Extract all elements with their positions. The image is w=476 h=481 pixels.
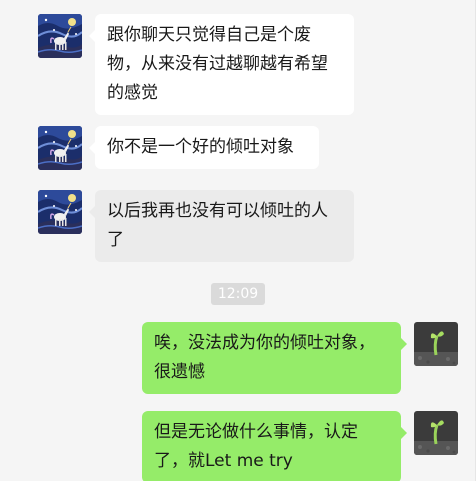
incoming-message-bubble[interactable]: 跟你聊天只觉得自己是个废物，从来没有过越聊越有希望的感觉 (89, 14, 354, 115)
message-text: 你不是一个好的倾吐对象 (107, 137, 294, 157)
self-avatar[interactable] (414, 411, 458, 455)
outgoing-message-bubble[interactable]: 但是无论做什么事情，认定了，就Let me try (142, 411, 407, 481)
contact-avatar[interactable] (38, 190, 82, 234)
message-text: 以后我再也没有可以倾吐的人了 (107, 201, 328, 250)
contact-avatar[interactable] (38, 126, 82, 170)
sprout-icon (414, 322, 458, 366)
sprout-icon (414, 411, 458, 455)
chat-window: 跟你聊天只觉得自己是个废物，从来没有过越聊越有希望的感觉 你不是一个好的倾吐对象… (0, 0, 476, 481)
self-avatar[interactable] (414, 322, 458, 366)
contact-avatar[interactable] (38, 14, 82, 58)
outgoing-message-bubble[interactable]: 唉，没法成为你的倾吐对象，很遗憾 (142, 322, 407, 394)
message-text: 跟你聊天只觉得自己是个废物，从来没有过越聊越有希望的感觉 (107, 25, 328, 103)
incoming-message-bubble[interactable]: 以后我再也没有可以倾吐的人了 (89, 190, 354, 262)
starry-night-unicorn-icon (38, 190, 82, 234)
message-text: 但是无论做什么事情，认定了，就Let me try (154, 422, 358, 471)
timestamp-row: 12:09 (0, 283, 476, 305)
incoming-message-bubble[interactable]: 你不是一个好的倾吐对象 (89, 126, 319, 169)
starry-night-unicorn-icon (38, 14, 82, 58)
starry-night-unicorn-icon (38, 126, 82, 170)
message-timestamp: 12:09 (210, 283, 266, 305)
message-text: 唉，没法成为你的倾吐对象，很遗憾 (154, 333, 375, 382)
